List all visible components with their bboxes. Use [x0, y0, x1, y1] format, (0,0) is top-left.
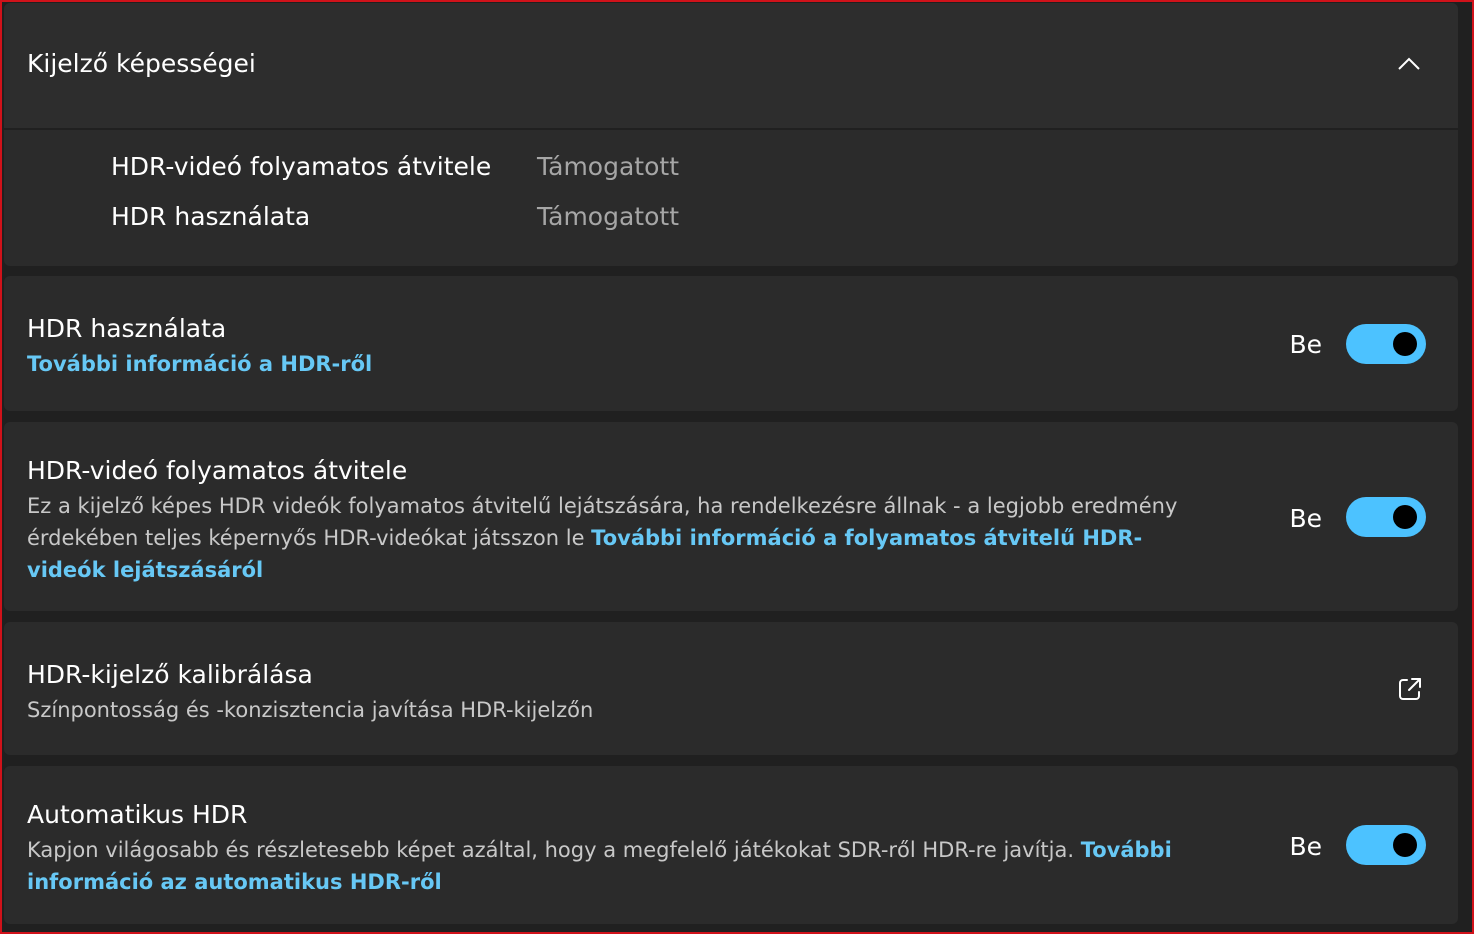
hdr-video-title: HDR-videó folyamatos átvitele: [27, 456, 408, 485]
hdr-video-setting: HDR-videó folyamatos átvitele Ez a kijel…: [4, 422, 1458, 611]
external-link-icon[interactable]: [1396, 675, 1424, 703]
toggle-knob: [1393, 833, 1417, 857]
capability-value: Támogatott: [537, 202, 679, 231]
hdr-calibration-description: Színpontosság és -konzisztencia javítása…: [27, 698, 594, 722]
display-capabilities-panel: HDR-videó folyamatos átvitele Támogatott…: [4, 130, 1458, 266]
display-capabilities-header[interactable]: Kijelző képességei: [4, 3, 1458, 128]
auto-hdr-title: Automatikus HDR: [27, 800, 248, 829]
use-hdr-state-label: Be: [1289, 330, 1322, 359]
hdr-calibration-title: HDR-kijelző kalibrálása: [27, 660, 313, 689]
toggle-knob: [1393, 332, 1417, 356]
use-hdr-toggle[interactable]: [1346, 324, 1426, 364]
capability-label: HDR használata: [111, 202, 311, 231]
chevron-up-icon[interactable]: [1396, 51, 1422, 77]
use-hdr-learn-more-link[interactable]: További információ a HDR-ről: [27, 348, 372, 380]
auto-hdr-state-label: Be: [1289, 832, 1322, 861]
auto-hdr-description: Kapjon világosabb és részletesebb képet …: [27, 834, 1217, 898]
hdr-calibration-setting[interactable]: HDR-kijelző kalibrálása Színpontosság és…: [4, 622, 1458, 755]
hdr-video-description: Ez a kijelző képes HDR videók folyamatos…: [27, 490, 1217, 586]
auto-hdr-toggle[interactable]: [1346, 825, 1426, 865]
auto-hdr-setting: Automatikus HDR Kapjon világosabb és rés…: [4, 766, 1458, 924]
toggle-knob: [1393, 505, 1417, 529]
use-hdr-title: HDR használata: [27, 314, 227, 343]
use-hdr-setting: HDR használata További információ a HDR-…: [4, 276, 1458, 411]
display-capabilities-title: Kijelző képességei: [27, 49, 256, 78]
capability-value: Támogatott: [537, 152, 679, 181]
hdr-video-toggle[interactable]: [1346, 497, 1426, 537]
auto-hdr-description-text: Kapjon világosabb és részletesebb képet …: [27, 838, 1081, 862]
capability-label: HDR-videó folyamatos átvitele: [111, 152, 492, 181]
hdr-video-state-label: Be: [1289, 504, 1322, 533]
